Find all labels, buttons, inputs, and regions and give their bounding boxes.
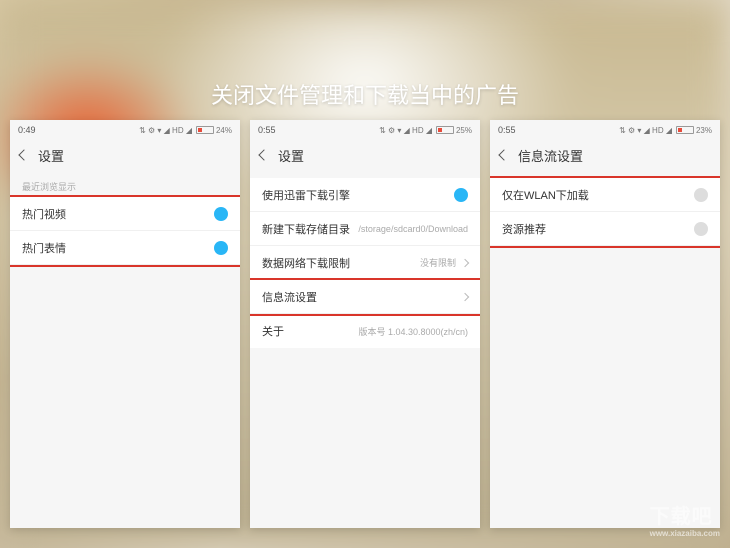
- row-label: 信息流设置: [262, 289, 317, 305]
- row-label: 热门表情: [22, 240, 66, 256]
- back-icon[interactable]: [18, 149, 29, 160]
- phone-screen-2: 0:55 ⇅ ⚙ ▾ ◢ HD ◢ 25% 设置 使用迅雷下载引擎 新建下载存储…: [250, 120, 480, 528]
- row-value: /storage/sdcard0/Download: [358, 224, 468, 234]
- content-area: 仅在WLAN下加载 资源推荐: [490, 170, 720, 528]
- nav-title: 设置: [38, 146, 64, 165]
- back-icon[interactable]: [498, 149, 509, 160]
- nav-title: 信息流设置: [518, 146, 583, 165]
- row-label: 使用迅雷下载引擎: [262, 187, 350, 203]
- nav-bar: 设置: [10, 140, 240, 170]
- battery-icon: [676, 126, 694, 134]
- nav-title: 设置: [278, 146, 304, 165]
- content-area: 最近浏览显示 热门视频 热门表情: [10, 170, 240, 528]
- content-area: 使用迅雷下载引擎 新建下载存储目录 /storage/sdcard0/Downl…: [250, 170, 480, 528]
- phone-row: 0:49 ⇅ ⚙ ▾ ◢ HD ◢ 24% 设置 最近浏览显示 热门视频 热门表…: [10, 120, 720, 528]
- row-label: 资源推荐: [502, 221, 546, 237]
- clock: 0:55: [258, 125, 276, 135]
- phone-screen-1: 0:49 ⇅ ⚙ ▾ ◢ HD ◢ 24% 设置 最近浏览显示 热门视频 热门表…: [10, 120, 240, 528]
- status-icons: ⇅ ⚙ ▾ ◢ HD ◢ 25%: [379, 126, 472, 135]
- toggle-on-icon[interactable]: [454, 188, 468, 202]
- back-icon[interactable]: [258, 149, 269, 160]
- chevron-right-icon: [461, 258, 469, 266]
- section-title: 最近浏览显示: [10, 170, 240, 197]
- nav-bar: 设置: [250, 140, 480, 170]
- battery-icon: [436, 126, 454, 134]
- battery-icon: [196, 126, 214, 134]
- phone-screen-3: 0:55 ⇅ ⚙ ▾ ◢ HD ◢ 23% 信息流设置 仅在WLAN下加载 资源…: [490, 120, 720, 528]
- toggle-off-icon[interactable]: [694, 188, 708, 202]
- toggle-off-icon[interactable]: [694, 222, 708, 236]
- status-bar: 0:49 ⇅ ⚙ ▾ ◢ HD ◢ 24%: [10, 120, 240, 140]
- row-label: 关于: [262, 323, 284, 339]
- row-label: 新建下载存储目录: [262, 221, 350, 237]
- row-wlan-only[interactable]: 仅在WLAN下加载: [490, 178, 720, 212]
- row-xunlei-engine[interactable]: 使用迅雷下载引擎: [250, 178, 480, 212]
- nav-bar: 信息流设置: [490, 140, 720, 170]
- clock: 0:55: [498, 125, 516, 135]
- status-bar: 0:55 ⇅ ⚙ ▾ ◢ HD ◢ 23%: [490, 120, 720, 140]
- row-resource-recommend[interactable]: 资源推荐: [490, 212, 720, 246]
- row-about[interactable]: 关于 版本号 1.04.30.8000(zh/cn): [250, 314, 480, 348]
- clock: 0:49: [18, 125, 36, 135]
- row-hot-video[interactable]: 热门视频: [10, 197, 240, 231]
- row-label: 数据网络下载限制: [262, 255, 350, 271]
- row-value: 版本号 1.04.30.8000(zh/cn): [358, 325, 468, 338]
- row-label: 仅在WLAN下加载: [502, 187, 589, 203]
- status-icons: ⇅ ⚙ ▾ ◢ HD ◢ 23%: [619, 126, 712, 135]
- status-icons: ⇅ ⚙ ▾ ◢ HD ◢ 24%: [139, 126, 232, 135]
- chevron-right-icon: [461, 292, 469, 300]
- watermark: 下载吧 www.xiazaiba.com: [650, 500, 720, 538]
- row-feed-settings[interactable]: 信息流设置: [250, 280, 480, 314]
- toggle-on-icon[interactable]: [214, 241, 228, 255]
- slide-title: 关闭文件管理和下载当中的广告: [0, 78, 730, 110]
- row-hot-sticker[interactable]: 热门表情: [10, 231, 240, 265]
- row-download-dir[interactable]: 新建下载存储目录 /storage/sdcard0/Download: [250, 212, 480, 246]
- toggle-on-icon[interactable]: [214, 207, 228, 221]
- row-value: 没有限制: [420, 256, 456, 269]
- row-label: 热门视频: [22, 206, 66, 222]
- status-bar: 0:55 ⇅ ⚙ ▾ ◢ HD ◢ 25%: [250, 120, 480, 140]
- row-data-limit[interactable]: 数据网络下载限制 没有限制: [250, 246, 480, 280]
